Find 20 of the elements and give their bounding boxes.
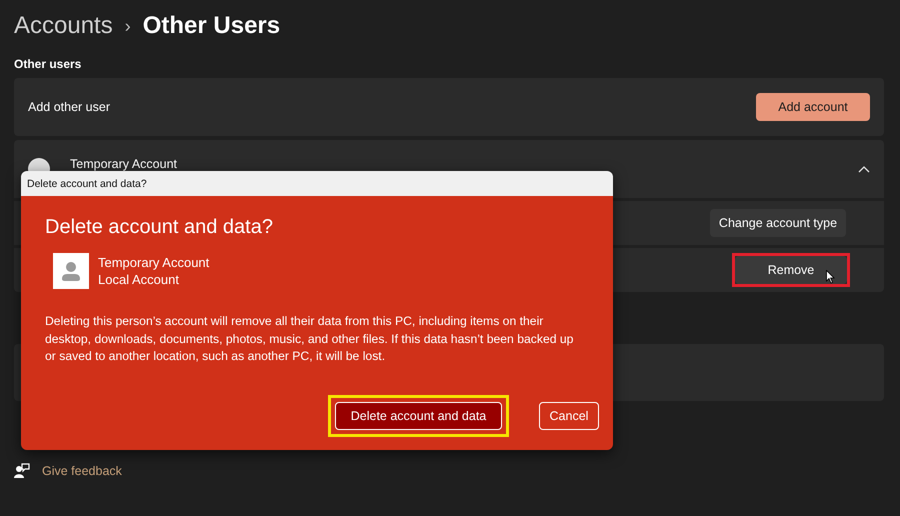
delete-button[interactable]: Delete account and data [335, 402, 502, 430]
give-feedback-link[interactable]: Give feedback [42, 464, 122, 478]
breadcrumb-parent[interactable]: Accounts [14, 12, 113, 40]
account-name: Temporary Account [70, 157, 178, 171]
remove-button[interactable]: Remove [735, 256, 847, 284]
page-title: Other Users [142, 12, 280, 40]
section-title: Other users [14, 57, 82, 71]
add-account-button[interactable]: Add account [756, 93, 870, 121]
cancel-button[interactable]: Cancel [539, 402, 599, 430]
account-name: Temporary Account [98, 255, 210, 270]
add-user-label: Add other user [28, 100, 110, 114]
chevron-up-icon[interactable] [858, 165, 870, 173]
breadcrumb-separator: › [124, 16, 131, 36]
account-type: Local Account [98, 272, 180, 287]
cursor-icon [826, 270, 835, 284]
dialog-title: Delete account and data? [27, 178, 147, 190]
warning-message: Deleting this person’s account will remove all their data from this PC, including items on their desktop, downloads, documents, photos, music, and other files. If this data hasn’t been backed up or saved to another location, such as another PC, it will be lost. [45, 313, 574, 365]
feedback-icon [14, 463, 30, 479]
dialog-heading: Delete account and data? [45, 216, 274, 239]
change-account-type-button[interactable]: Change account type [710, 209, 846, 237]
